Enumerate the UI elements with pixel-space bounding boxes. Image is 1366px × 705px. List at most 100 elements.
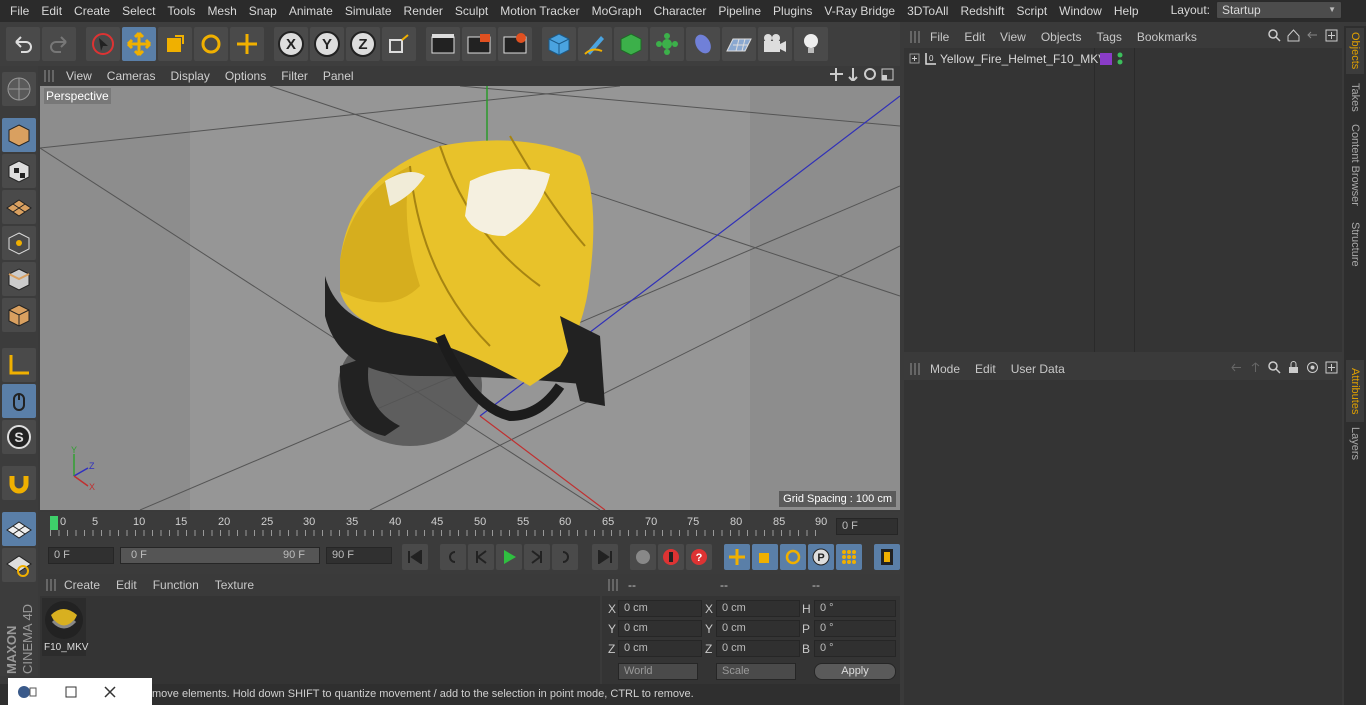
texture-mode-button[interactable]	[2, 154, 36, 188]
menu-script[interactable]: Script	[1010, 4, 1053, 18]
position-x-field[interactable]: 0 cm	[618, 600, 702, 617]
cinema4d-app-icon[interactable]	[8, 682, 38, 702]
tab-takes[interactable]: Takes	[1346, 78, 1364, 116]
close-icon[interactable]	[84, 682, 130, 702]
select-tool-button[interactable]	[86, 27, 120, 61]
y-axis-button[interactable]: Y	[310, 27, 344, 61]
object-menu-objects[interactable]: Objects	[1041, 30, 1082, 44]
floor-button[interactable]	[722, 27, 756, 61]
viewport-menu-filter[interactable]: Filter	[281, 69, 308, 83]
viewport-menu-view[interactable]: View	[66, 69, 92, 83]
menu-pipeline[interactable]: Pipeline	[712, 4, 767, 18]
menu-create[interactable]: Create	[68, 4, 116, 18]
maximize-view-icon[interactable]	[881, 68, 894, 81]
move-tool-button[interactable]	[122, 27, 156, 61]
preview-range-slider[interactable]: 0 F 90 F	[120, 547, 320, 564]
menu-simulate[interactable]: Simulate	[339, 4, 398, 18]
attribute-grip[interactable]	[910, 363, 922, 375]
snap-button[interactable]: S	[2, 420, 36, 454]
autokey-button[interactable]: ?	[686, 544, 712, 570]
new-view-icon[interactable]	[1325, 29, 1338, 42]
workplane-mode-button[interactable]	[2, 190, 36, 224]
next-key-button[interactable]	[552, 544, 578, 570]
prev-frame-button[interactable]	[468, 544, 494, 570]
magnet-button[interactable]	[2, 466, 36, 500]
viewport-menu-options[interactable]: Options	[225, 69, 266, 83]
menu-file[interactable]: File	[4, 4, 35, 18]
menu-3dtoall[interactable]: 3DToAll	[901, 4, 954, 18]
cube-button[interactable]	[542, 27, 576, 61]
playhead[interactable]	[50, 516, 58, 530]
object-row[interactable]: 0 Yellow_Fire_Helmet_F10_MKV	[904, 50, 1342, 68]
coordinate-grip[interactable]	[608, 579, 620, 591]
arrow-left-icon[interactable]	[1230, 361, 1243, 374]
rotation-b-field[interactable]: 0 °	[814, 640, 896, 657]
coordinate-system-button[interactable]	[382, 27, 416, 61]
key-parameter-button[interactable]: P	[808, 544, 834, 570]
viewport-menu-panel[interactable]: Panel	[323, 69, 354, 83]
key-rotation-button[interactable]	[780, 544, 806, 570]
back-icon[interactable]	[1306, 29, 1319, 42]
viewport-grip[interactable]	[44, 70, 56, 82]
search-icon[interactable]	[1268, 29, 1281, 42]
start-frame-field[interactable]: 0 F	[48, 547, 114, 564]
undo-button[interactable]	[6, 27, 40, 61]
current-frame-field[interactable]: 0 F	[836, 518, 898, 535]
render-picture-viewer-button[interactable]	[462, 27, 496, 61]
layer-color-swatch[interactable]	[1100, 53, 1112, 65]
render-settings-button[interactable]	[498, 27, 532, 61]
polygons-mode-button[interactable]	[2, 298, 36, 332]
menu-tools[interactable]: Tools	[161, 4, 201, 18]
goto-start-button[interactable]	[402, 544, 428, 570]
z-axis-button[interactable]: Z	[346, 27, 380, 61]
size-x-field[interactable]: 0 cm	[716, 600, 800, 617]
live-select-button[interactable]	[230, 27, 264, 61]
make-editable-button[interactable]	[2, 72, 36, 106]
rotation-p-field[interactable]: 0 °	[814, 620, 896, 637]
cloner-button[interactable]	[650, 27, 684, 61]
light-button[interactable]	[794, 27, 828, 61]
rotate-tool-button[interactable]	[194, 27, 228, 61]
next-frame-button[interactable]	[524, 544, 550, 570]
axis-mode-button[interactable]	[2, 348, 36, 382]
coordinate-scale-dropdown[interactable]: Scale	[716, 663, 796, 680]
visibility-dots-icon[interactable]	[1116, 52, 1124, 66]
record-button[interactable]	[658, 544, 684, 570]
expand-icon[interactable]	[908, 52, 922, 66]
size-z-field[interactable]: 0 cm	[716, 640, 800, 657]
material-menu-create[interactable]: Create	[64, 578, 100, 592]
object-menu-edit[interactable]: Edit	[964, 30, 985, 44]
material-grip[interactable]	[46, 579, 58, 591]
menu-redshift[interactable]: Redshift	[954, 4, 1010, 18]
home-icon[interactable]	[1287, 29, 1300, 42]
tab-objects[interactable]: Objects	[1346, 28, 1364, 74]
key-pla-button[interactable]	[836, 544, 862, 570]
scale-tool-button[interactable]	[158, 27, 192, 61]
object-menu-bookmarks[interactable]: Bookmarks	[1137, 30, 1197, 44]
play-button[interactable]	[496, 544, 522, 570]
material-menu-texture[interactable]: Texture	[215, 578, 254, 592]
object-menu-view[interactable]: View	[1000, 30, 1026, 44]
viewport-menu-display[interactable]: Display	[170, 69, 209, 83]
locked-workplane-button[interactable]	[2, 548, 36, 582]
timeline-window-button[interactable]	[874, 544, 900, 570]
menu-snap[interactable]: Snap	[243, 4, 283, 18]
key-position-button[interactable]	[724, 544, 750, 570]
position-y-field[interactable]: 0 cm	[618, 620, 702, 637]
tab-structure[interactable]: Structure	[1346, 216, 1364, 272]
model-mode-button[interactable]	[2, 118, 36, 152]
menu-mesh[interactable]: Mesh	[201, 4, 242, 18]
viewport-menu-cameras[interactable]: Cameras	[107, 69, 156, 83]
tweak-mode-button[interactable]	[2, 384, 36, 418]
pen-button[interactable]	[578, 27, 612, 61]
coordinate-mode-dropdown[interactable]: World	[618, 663, 698, 680]
tab-layers[interactable]: Layers	[1346, 426, 1364, 462]
points-mode-button[interactable]	[2, 226, 36, 260]
motion-path-button[interactable]	[630, 544, 656, 570]
pan-icon[interactable]	[830, 68, 843, 81]
menu-character[interactable]: Character	[648, 4, 713, 18]
object-grip[interactable]	[910, 31, 922, 43]
menu-animate[interactable]: Animate	[283, 4, 339, 18]
menu-window[interactable]: Window	[1053, 4, 1108, 18]
prev-key-button[interactable]	[440, 544, 466, 570]
